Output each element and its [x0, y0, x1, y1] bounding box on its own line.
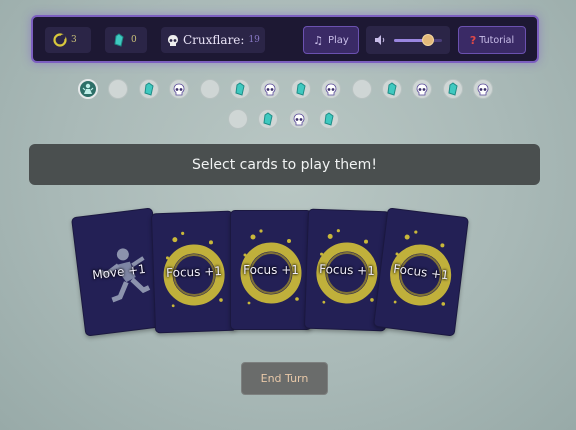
- crystal-icon: [386, 82, 398, 96]
- moon-art: [309, 210, 389, 304]
- crystal-icon: [262, 112, 274, 126]
- play-music-button[interactable]: ♫ Play: [303, 26, 359, 54]
- cruxflare-value: 19: [248, 35, 260, 45]
- crystal-icon: [114, 33, 124, 47]
- skull-icon: [168, 34, 178, 46]
- hud-bar: 3 0 Cruxflare: 19 ♫ Play ? Tutorial: [31, 15, 539, 63]
- track-space-crystal: [442, 79, 463, 99]
- track-space-crystal: [138, 79, 159, 99]
- crystal-count: 0: [131, 35, 137, 45]
- track-space-empty: [351, 79, 372, 99]
- track-space-empty: [228, 109, 248, 129]
- card-label: Focus +1: [243, 263, 299, 277]
- track-space-crystal: [258, 109, 279, 129]
- skull-icon: [325, 83, 337, 96]
- card-label: Focus +1: [318, 262, 376, 278]
- crystal-icon: [234, 82, 246, 96]
- tutorial-button[interactable]: ? Tutorial: [458, 26, 526, 54]
- spirit-icon: [81, 82, 95, 96]
- volume-slider[interactable]: [394, 34, 442, 46]
- moon-counter: 3: [45, 27, 91, 53]
- instruction-banner: Select cards to play them!: [29, 144, 540, 185]
- crystal-counter: 0: [105, 27, 147, 53]
- end-turn-button[interactable]: End Turn: [241, 362, 328, 395]
- runner-art: [72, 209, 151, 303]
- volume-thumb[interactable]: [421, 34, 434, 46]
- track-space-skull: [412, 79, 433, 99]
- moon-art: [388, 209, 467, 306]
- track-space-crystal: [230, 79, 250, 99]
- hand-card[interactable]: Focus +1: [230, 210, 312, 330]
- track-space-empty: [199, 79, 220, 99]
- moon-icon: [53, 33, 67, 47]
- track-space-crystal: [290, 79, 311, 99]
- track-space-skull: [473, 79, 494, 99]
- skull-icon: [173, 83, 185, 96]
- volume-control: [366, 26, 450, 54]
- cruxflare-counter: Cruxflare: 19: [161, 27, 265, 53]
- tutorial-label: Tutorial: [479, 34, 515, 46]
- hand-card[interactable]: Focus +1: [150, 210, 238, 334]
- crystal-icon: [295, 82, 307, 96]
- crystal-icon: [447, 82, 459, 96]
- question-icon: ?: [469, 33, 477, 47]
- skull-icon: [477, 83, 489, 96]
- skull-icon: [264, 83, 276, 96]
- moon-art: [152, 212, 232, 308]
- track-space-skull: [321, 79, 342, 99]
- speaker-icon: [375, 35, 385, 45]
- track-space-crystal: [382, 79, 402, 99]
- track-space-skull: [260, 79, 281, 99]
- card-label: Focus +1: [165, 264, 223, 280]
- hand-card[interactable]: Focus +1: [372, 207, 470, 337]
- track-space-crystal: [319, 109, 340, 129]
- crystal-icon: [323, 112, 335, 126]
- cruxflare-label: Cruxflare:: [183, 33, 245, 47]
- track-space-player: [78, 79, 98, 99]
- track-space-skull: [288, 109, 309, 129]
- track-space-skull: [169, 79, 190, 99]
- play-label: Play: [328, 34, 349, 46]
- track-space-empty: [108, 79, 129, 99]
- moon-count: 3: [71, 35, 77, 45]
- skull-icon: [293, 113, 305, 126]
- music-note-icon: ♫: [313, 33, 323, 47]
- crystal-icon: [143, 82, 155, 96]
- skull-icon: [416, 83, 428, 96]
